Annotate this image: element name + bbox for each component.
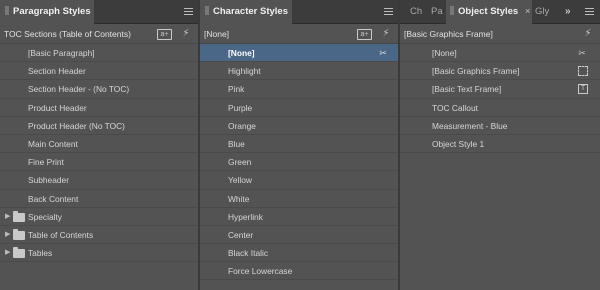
list-item[interactable]: Black Italic [200,244,398,263]
close-tab-icon[interactable]: × [525,0,531,24]
graphics-frame-icon [578,66,588,77]
list-item[interactable]: Blue [200,135,398,154]
lightning-icon[interactable]: ⚡ [583,28,593,40]
object-style-list: [None] ✂ [Basic Graphics Frame] [Basic T… [400,44,600,154]
paragraph-styles-panel: Paragraph Styles TOC Sections (Table of … [0,0,198,290]
disclosure-triangle-icon[interactable]: ▶ [5,226,10,244]
folder-icon [13,228,25,240]
list-item[interactable]: Hyperlink [200,208,398,226]
list-item[interactable]: Product Header [0,99,198,117]
list-item[interactable]: Orange [200,117,398,135]
panel-menu-icon[interactable] [184,8,193,15]
tab-paragraph-collapsed[interactable]: Pa [429,0,447,24]
grip-icon [5,6,9,15]
tab-character-collapsed[interactable]: Ch [408,0,428,24]
clear-override-icon[interactable]: ✂ [577,48,587,58]
folder-icon [13,247,25,259]
grip-icon [205,6,209,15]
list-item[interactable]: Green [200,153,398,172]
object-styles-panel: Ch Pa Object Styles × Gly » [Basic Graph… [400,0,600,290]
disclosure-triangle-icon[interactable]: ▶ [5,208,10,226]
tab-object-styles[interactable]: Object Styles × [446,0,532,24]
list-item[interactable]: [Basic Paragraph] [0,44,198,63]
list-item[interactable]: Section Header - (No TOC) [0,80,198,99]
list-item[interactable]: Main Content [0,135,198,154]
overflow-chevron-icon[interactable]: » [565,0,571,24]
lightning-icon[interactable]: ⚡ [381,28,391,40]
list-item[interactable]: [Basic Text Frame] T [400,80,600,99]
character-current-style: [None] a+ ⚡ [200,24,398,44]
disclosure-triangle-icon[interactable]: ▶ [5,244,10,262]
list-item[interactable]: Pink [200,80,398,99]
new-style-group-icon[interactable]: a+ [357,29,372,40]
style-group-tables[interactable]: ▶ Tables [0,244,198,263]
folder-icon [13,210,25,222]
lightning-icon[interactable]: ⚡ [181,28,191,40]
list-item[interactable]: Object Style 1 [400,135,600,154]
list-item[interactable]: Center [200,226,398,245]
style-group-table-of-contents[interactable]: ▶ Table of Contents [0,226,198,245]
object-tab-bar: Ch Pa Object Styles × Gly » [400,0,600,24]
tab-paragraph-styles[interactable]: Paragraph Styles [0,0,94,24]
character-tab-bar: Character Styles [200,0,398,24]
paragraph-current-style: TOC Sections (Table of Contents) a+ ⚡ [0,24,198,44]
list-item[interactable]: Force Lowercase [200,262,398,281]
list-item[interactable]: Product Header (No TOC) [0,117,198,135]
list-item[interactable]: White [200,190,398,208]
list-item-selected[interactable]: [None] ✂ [200,44,398,63]
character-style-list: [None] ✂ Highlight Pink Purple Orange Bl… [200,44,398,281]
paragraph-style-list: [Basic Paragraph] Section Header Section… [0,44,198,263]
list-item[interactable]: [Basic Graphics Frame] [400,62,600,81]
panel-menu-icon[interactable] [384,8,393,15]
list-item[interactable]: Section Header [0,62,198,81]
new-style-group-icon[interactable]: a+ [157,29,172,40]
list-item[interactable]: Subheader [0,171,198,190]
object-current-style: [Basic Graphics Frame] ⚡ [400,24,600,44]
list-item[interactable]: Highlight [200,62,398,81]
tab-glyphs-collapsed[interactable]: Gly [532,0,554,24]
paragraph-tab-bar: Paragraph Styles [0,0,198,24]
text-frame-icon: T [578,84,588,95]
clear-override-icon[interactable]: ✂ [378,48,388,58]
character-styles-panel: Character Styles [None] a+ ⚡ [None] ✂ Hi… [200,0,398,290]
list-item[interactable]: TOC Callout [400,99,600,117]
list-item[interactable]: Fine Print [0,153,198,172]
list-item[interactable]: [None] ✂ [400,44,600,63]
list-item[interactable]: Purple [200,99,398,117]
tab-character-styles[interactable]: Character Styles [200,0,292,24]
list-item[interactable]: Yellow [200,171,398,190]
grip-icon [450,6,454,15]
style-group-specialty[interactable]: ▶ Specialty [0,208,198,226]
panel-menu-icon[interactable] [585,8,594,15]
list-item[interactable]: Back Content [0,190,198,208]
list-item[interactable]: Measurement - Blue [400,117,600,135]
